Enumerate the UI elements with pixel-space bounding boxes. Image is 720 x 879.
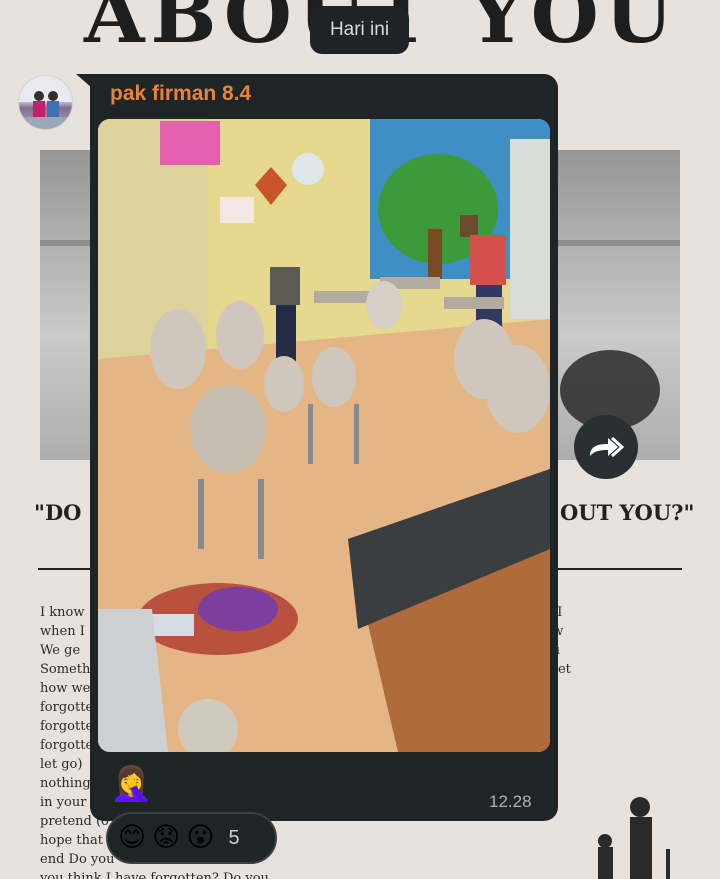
sender-avatar[interactable]	[18, 75, 73, 130]
reaction-worried-emoji: 😟	[152, 822, 181, 853]
date-chip: Hari ini	[310, 6, 409, 54]
wallpaper-text-line: you think I have forgotten? Do you	[40, 871, 269, 879]
forward-button[interactable]	[574, 415, 638, 479]
sender-name[interactable]: pak firman 8.4	[110, 82, 251, 106]
forward-icon	[590, 436, 625, 458]
reactions-pill[interactable]: 😊 😟 😮 5	[106, 812, 277, 864]
wallpaper-quote-left: "DO	[34, 500, 82, 525]
wallpaper-rule-left	[38, 568, 94, 570]
caption-emoji: 🤦‍♀️	[110, 764, 153, 804]
reaction-count: 5	[228, 826, 240, 849]
classroom-photo	[98, 119, 550, 752]
message-photo[interactable]	[98, 119, 550, 752]
avatar-image	[19, 76, 72, 129]
reaction-smile-emoji: 😊	[118, 822, 147, 853]
wallpaper-silhouette	[570, 797, 680, 879]
message-time: 12.28	[489, 792, 532, 811]
wallpaper-rule-right	[558, 568, 682, 570]
reaction-surprised-emoji: 😮	[186, 822, 215, 853]
wallpaper-quote-right: OUT YOU?"	[560, 500, 695, 525]
